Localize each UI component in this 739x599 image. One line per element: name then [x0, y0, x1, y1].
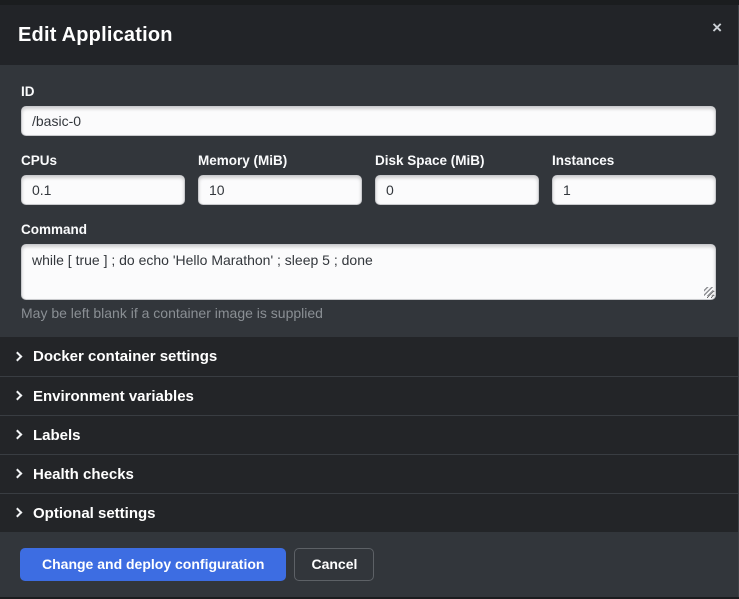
chevron-right-icon: [13, 351, 23, 361]
instances-input[interactable]: [552, 175, 716, 205]
id-input[interactable]: [21, 106, 716, 136]
edit-application-modal: Edit Application × ID CPUs Memory (MiB) …: [0, 5, 739, 597]
section-labels[interactable]: Labels: [0, 415, 738, 454]
section-label: Labels: [33, 427, 81, 444]
memory-input[interactable]: [198, 175, 362, 205]
change-and-deploy-button[interactable]: Change and deploy configuration: [20, 548, 286, 581]
chevron-right-icon: [13, 391, 23, 401]
collapsible-sections: Docker container settings Environment va…: [0, 337, 738, 532]
instances-field-group: Instances: [552, 154, 716, 205]
command-textarea-wrap: while [ true ] ; do echo 'Hello Marathon…: [21, 244, 716, 300]
section-environment-variables[interactable]: Environment variables: [0, 376, 738, 415]
chevron-right-icon: [13, 469, 23, 479]
section-label: Docker container settings: [33, 348, 217, 365]
command-input[interactable]: while [ true ] ; do echo 'Hello Marathon…: [21, 244, 716, 300]
modal-footer: Change and deploy configuration Cancel: [0, 532, 738, 597]
id-field-group: ID: [21, 85, 716, 136]
instances-label: Instances: [552, 154, 716, 168]
chevron-right-icon: [13, 430, 23, 440]
modal-title: Edit Application: [18, 24, 173, 47]
disk-label: Disk Space (MiB): [375, 154, 539, 168]
section-label: Health checks: [33, 466, 134, 483]
memory-label: Memory (MiB): [198, 154, 362, 168]
section-optional-settings[interactable]: Optional settings: [0, 493, 738, 532]
cancel-button[interactable]: Cancel: [294, 548, 374, 581]
disk-input[interactable]: [375, 175, 539, 205]
section-docker-container-settings[interactable]: Docker container settings: [0, 337, 738, 376]
command-label: Command: [21, 223, 716, 237]
section-label: Optional settings: [33, 505, 156, 522]
section-label: Environment variables: [33, 388, 194, 405]
disk-field-group: Disk Space (MiB): [375, 154, 539, 205]
cpus-input[interactable]: [21, 175, 185, 205]
id-label: ID: [21, 85, 716, 99]
chevron-right-icon: [13, 508, 23, 518]
command-help-text: May be left blank if a container image i…: [21, 305, 716, 321]
modal-header: Edit Application ×: [0, 5, 738, 65]
form-area: ID CPUs Memory (MiB) Disk Space (MiB) In…: [0, 65, 738, 337]
resources-row: CPUs Memory (MiB) Disk Space (MiB) Insta…: [21, 154, 716, 205]
close-icon[interactable]: ×: [712, 20, 722, 36]
memory-field-group: Memory (MiB): [198, 154, 362, 205]
cpus-field-group: CPUs: [21, 154, 185, 205]
command-field-group: Command while [ true ] ; do echo 'Hello …: [21, 223, 716, 321]
section-health-checks[interactable]: Health checks: [0, 454, 738, 493]
cpus-label: CPUs: [21, 154, 185, 168]
